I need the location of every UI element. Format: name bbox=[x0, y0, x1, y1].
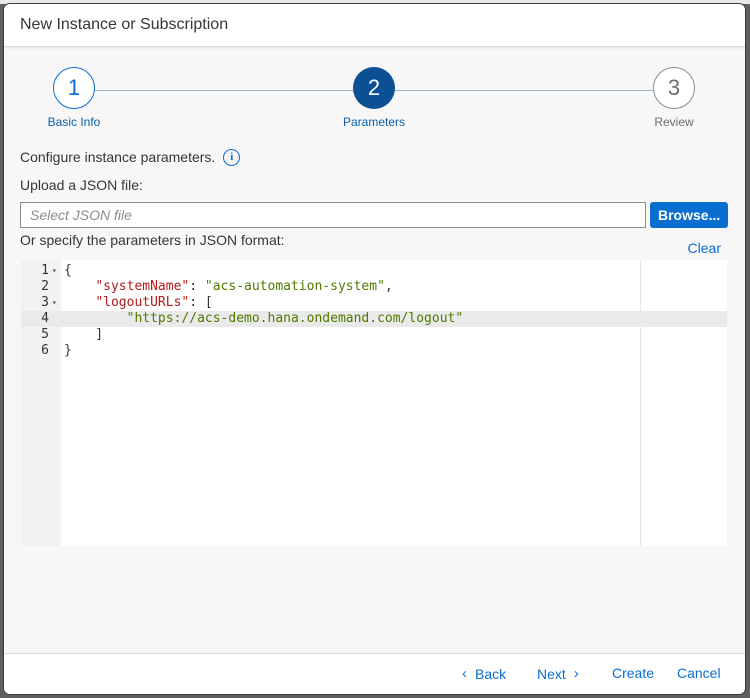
editor-line[interactable]: 3 ▾ "logoutURLs": [ bbox=[21, 295, 727, 311]
chevron-left-icon: ‹ bbox=[462, 665, 467, 682]
code-text: ] bbox=[64, 327, 104, 342]
line-number: 6 bbox=[41, 343, 49, 358]
editor-line[interactable]: 5 ] bbox=[21, 327, 727, 343]
upload-row: Browse... bbox=[20, 202, 729, 228]
next-button[interactable]: Next › bbox=[537, 665, 579, 682]
code-text: "systemName": "acs-automation-system", bbox=[95, 279, 393, 294]
code-text: "https://acs-demo.hana.ondemand.com/logo… bbox=[126, 311, 464, 326]
fold-toggle-icon[interactable]: ▾ bbox=[52, 295, 57, 311]
editor-line[interactable]: 4 "https://acs-demo.hana.ondemand.com/lo… bbox=[21, 311, 727, 327]
editor-line[interactable]: 2 "systemName": "acs-automation-system", bbox=[21, 279, 727, 295]
cancel-button[interactable]: Cancel bbox=[677, 665, 721, 681]
next-label: Next bbox=[537, 665, 566, 682]
info-icon[interactable]: i bbox=[223, 148, 241, 166]
line-number: 4 bbox=[41, 311, 49, 326]
browse-button[interactable]: Browse... bbox=[650, 202, 729, 228]
intro-text: Configure instance parameters. bbox=[20, 149, 216, 165]
line-number: 3 bbox=[41, 295, 49, 310]
code-text: } bbox=[64, 343, 72, 358]
json-section-label: Or specify the parameters in JSON format… bbox=[20, 232, 285, 248]
wizard-step-3-circle: 3 bbox=[653, 67, 695, 109]
line-number: 2 bbox=[41, 279, 49, 294]
wizard-step-3-label: Review bbox=[654, 115, 694, 129]
line-number: 1 bbox=[41, 263, 49, 278]
clear-button[interactable]: Clear bbox=[688, 240, 721, 256]
new-instance-dialog: New Instance or Subscription 1 Basic Inf… bbox=[4, 4, 745, 694]
back-label: Back bbox=[475, 665, 507, 682]
chevron-right-icon: › bbox=[573, 665, 579, 682]
json-section-header: Or specify the parameters in JSON format… bbox=[20, 228, 729, 258]
back-button[interactable]: ‹ Back bbox=[462, 665, 506, 682]
wizard-step-2-circle: 2 bbox=[353, 67, 395, 109]
code-text: "logoutURLs": [ bbox=[95, 295, 213, 310]
create-button[interactable]: Create bbox=[612, 665, 654, 681]
wizard-step-basic-info[interactable]: 1 Basic Info bbox=[14, 67, 134, 129]
editor-line[interactable]: 6} bbox=[21, 343, 727, 359]
intro-row: Configure instance parameters. i bbox=[20, 147, 729, 167]
json-file-input[interactable] bbox=[20, 202, 646, 228]
upload-label: Upload a JSON file: bbox=[20, 177, 143, 193]
wizard-step-2-label: Parameters bbox=[342, 115, 406, 129]
fold-toggle-icon[interactable]: ▾ bbox=[52, 263, 57, 279]
dialog-title: New Instance or Subscription bbox=[20, 16, 229, 33]
dialog-header: New Instance or Subscription bbox=[4, 4, 745, 47]
json-editor[interactable]: 1 ▾{2 "systemName": "acs-automation-syste… bbox=[21, 260, 727, 546]
line-number: 5 bbox=[41, 327, 49, 342]
code-text: { bbox=[64, 263, 72, 278]
wizard-step-parameters[interactable]: 2 Parameters bbox=[314, 67, 434, 129]
dialog-content: Configure instance parameters. i Upload … bbox=[4, 147, 745, 546]
wizard-step-1-label: Basic Info bbox=[47, 115, 101, 129]
wizard-step-1-circle: 1 bbox=[53, 67, 95, 109]
dialog-footer: ‹ Back Next › Create Cancel bbox=[4, 653, 745, 694]
editor-line[interactable]: 1 ▾ { bbox=[21, 263, 727, 279]
wizard-progress: 1 Basic Info 2 Parameters 3 Review bbox=[4, 47, 745, 137]
wizard-step-review[interactable]: 3 Review bbox=[614, 67, 734, 129]
